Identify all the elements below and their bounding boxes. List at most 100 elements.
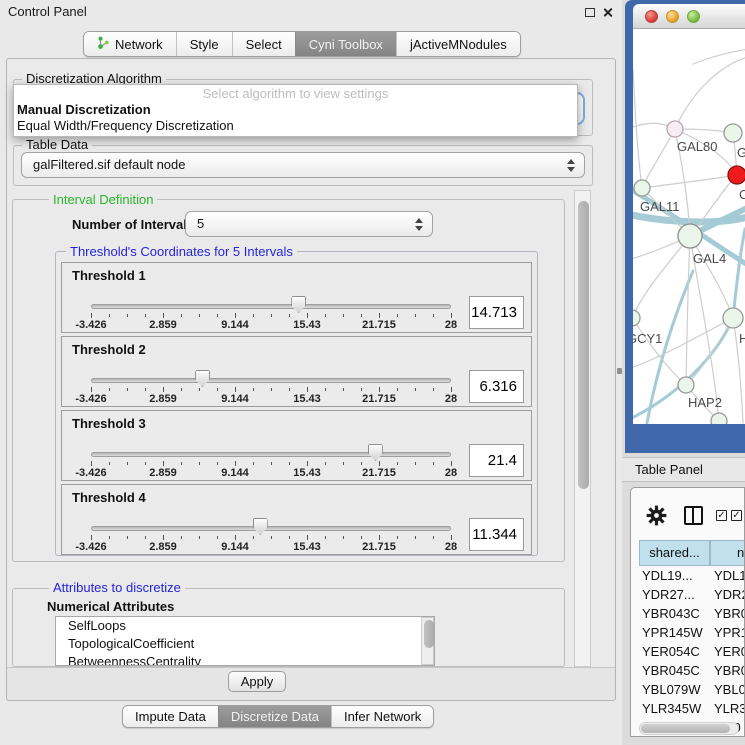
tick-mark (433, 314, 434, 317)
tab-select[interactable]: Select (232, 32, 295, 56)
slider-track[interactable] (91, 452, 451, 457)
tab-impute-data[interactable]: Impute Data (123, 706, 218, 727)
columns-icon[interactable] (684, 506, 703, 525)
tick-mark (451, 461, 452, 466)
tick-mark (289, 536, 290, 539)
tick-mark (343, 314, 344, 317)
close-icon[interactable] (602, 7, 613, 18)
tick-mark (91, 461, 92, 466)
network-window-titlebar[interactable] (633, 4, 745, 29)
option-manual-discretization[interactable]: Manual Discretization (14, 102, 577, 118)
attribute-item-betweennesscentrality[interactable]: BetweennessCentrality (56, 653, 434, 666)
apply-button[interactable]: Apply (228, 671, 286, 692)
cell-name: YER0 (714, 642, 745, 661)
panel-divider-handle[interactable] (617, 368, 622, 374)
cell-shared-name: YBL079W (642, 680, 701, 699)
algorithm-dropdown-popup: Select algorithm to view settings Manual… (13, 84, 578, 137)
control-panel: Control Panel NetworkStyleSelectCyni Too… (0, 0, 622, 745)
gear-icon[interactable] (646, 505, 667, 526)
column-header-shared-name[interactable]: shared... (639, 540, 710, 566)
cell-name: YBR0 (714, 604, 745, 623)
table-panel-titlebar: Table Panel (622, 457, 745, 482)
tab-discretize-data[interactable]: Discretize Data (218, 706, 331, 727)
table-row[interactable]: YLR345WYLR3 (631, 699, 745, 718)
threshold-value-field[interactable] (469, 370, 524, 403)
tick-mark (307, 535, 308, 540)
threshold-value-field[interactable] (469, 518, 524, 551)
tick-mark (181, 388, 182, 391)
table-data-combo[interactable]: galFiltered.sif default node (21, 152, 585, 178)
network-node-gal4[interactable] (678, 224, 702, 248)
column-header-name[interactable]: n (710, 540, 745, 566)
network-node-g[interactable] (724, 124, 742, 142)
slider-track[interactable] (91, 378, 451, 383)
algorithm-hint-option[interactable]: Select algorithm to view settings (14, 85, 577, 102)
table-row[interactable]: YDR27...YDR2 (631, 585, 745, 604)
network-canvas[interactable]: GAL80GCGAL11GAL4GCY1HHAP2 (633, 29, 745, 424)
table-row[interactable]: YPR145WYPR1 (631, 623, 745, 642)
slider-knob[interactable] (195, 370, 210, 387)
tick-mark (415, 462, 416, 465)
tick-mark (163, 461, 164, 466)
tab-label: Discretize Data (231, 709, 319, 724)
tick-mark (109, 388, 110, 391)
mac-close-button[interactable] (645, 10, 658, 23)
network-node[interactable] (711, 413, 727, 424)
tab-label: Style (190, 37, 219, 52)
slider-knob[interactable] (291, 296, 306, 313)
cell-name: YBL0 (714, 680, 745, 699)
slider-track[interactable] (91, 304, 451, 309)
scale-label: -3.426 (75, 319, 106, 331)
scale-label: 28 (445, 393, 457, 405)
network-node-gcy1[interactable] (633, 310, 640, 326)
attribute-item-selfloops[interactable]: SelfLoops (56, 617, 434, 635)
table-hscrollbar-thumb[interactable] (641, 724, 730, 733)
network-node-gal11[interactable] (634, 180, 650, 196)
settings-vscrollbar[interactable] (574, 190, 591, 667)
threshold-value-field[interactable] (469, 444, 524, 477)
slider-knob[interactable] (368, 444, 383, 461)
tab-network[interactable]: Network (84, 32, 176, 56)
attribute-item-topologicalcoefficient[interactable]: TopologicalCoefficient (56, 635, 434, 653)
table-row[interactable]: YER054CYER0 (631, 642, 745, 661)
network-node-h[interactable] (723, 308, 743, 328)
slider-track[interactable] (91, 526, 451, 531)
settings-vscrollbar-thumb[interactable] (578, 201, 589, 489)
table-row[interactable]: YBR043CYBR0 (631, 604, 745, 623)
scale-label: 9.144 (221, 467, 249, 479)
table-hscrollbar[interactable] (639, 722, 739, 735)
number-of-intervals-label: Number of Intervals (72, 217, 194, 232)
scale-label: -3.426 (75, 467, 106, 479)
option-equal-width-frequency[interactable]: Equal Width/Frequency Discretization (14, 118, 577, 134)
tick-mark (109, 462, 110, 465)
number-of-intervals-combo[interactable]: 5 (185, 211, 433, 237)
tab-jactivemnodules[interactable]: jActiveMNodules (396, 32, 520, 56)
mac-zoom-button[interactable] (687, 10, 700, 23)
tick-mark (289, 314, 290, 317)
attributes-vscrollbar[interactable] (421, 617, 434, 665)
checkbox-icon[interactable]: ✓ (731, 510, 742, 521)
float-window-icon[interactable] (585, 8, 595, 17)
tab-cyni-toolbox[interactable]: Cyni Toolbox (295, 32, 396, 56)
apply-bar (7, 667, 615, 700)
node-label-gcy1: GCY1 (633, 331, 662, 346)
combo-arrows-icon (415, 217, 423, 232)
tick-mark (325, 388, 326, 391)
tab-infer-network[interactable]: Infer Network (331, 706, 433, 727)
mac-minimize-button[interactable] (666, 10, 679, 23)
network-node-c[interactable] (728, 166, 745, 184)
tick-mark (397, 388, 398, 391)
checkbox-icon[interactable]: ✓ (716, 510, 727, 521)
table-row[interactable]: YDL19...YDL1 (631, 566, 745, 585)
table-row[interactable]: YBR045CYBR0 (631, 661, 745, 680)
network-node-hap2[interactable] (678, 377, 694, 393)
tick-mark (145, 462, 146, 465)
scale-label: 15.43 (293, 467, 321, 479)
table-row[interactable]: YBL079W YBL0 (631, 680, 745, 699)
slider-knob[interactable] (253, 518, 268, 535)
network-node-gal80[interactable] (667, 121, 683, 137)
attributes-vscrollbar-thumb[interactable] (424, 620, 434, 648)
tab-style[interactable]: Style (176, 32, 232, 56)
tick-mark (109, 314, 110, 317)
threshold-value-field[interactable] (469, 296, 524, 329)
